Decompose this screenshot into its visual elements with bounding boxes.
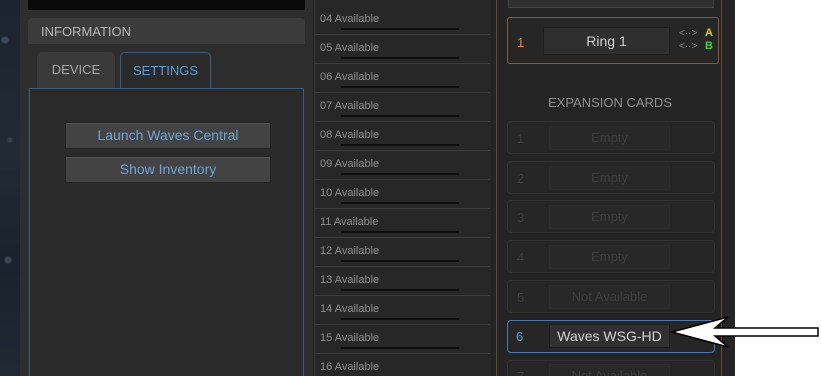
connector-b-icon: <··>	[679, 41, 698, 52]
slot-level-line	[341, 318, 459, 320]
slot-label: 07 Available	[320, 100, 380, 112]
slot-level-line	[341, 57, 459, 59]
expansion-card-number: 7	[517, 369, 524, 376]
slot-label: 12 Available	[320, 245, 380, 257]
expansion-card-value[interactable]: Empty	[549, 205, 670, 229]
expansion-card-value[interactable]: Empty	[549, 126, 670, 150]
expansion-card-value[interactable]: Waves WSG-HD	[549, 324, 670, 348]
slot-row[interactable]: 14 Available	[314, 296, 490, 325]
hardware-top-bar	[508, 0, 714, 8]
slot-level-line	[341, 173, 459, 175]
slot-level-line	[341, 347, 459, 349]
slot-level-line	[341, 28, 459, 30]
launch-waves-central-button[interactable]: Launch Waves Central	[65, 122, 271, 149]
callout-arrow-icon	[670, 316, 819, 348]
slot-level-line	[341, 260, 459, 262]
expansion-card-value[interactable]: Empty	[549, 166, 670, 190]
slot-level-line	[341, 115, 459, 117]
slot-label: 05 Available	[320, 42, 380, 54]
background-texture	[0, 0, 20, 376]
expansion-card-number: 3	[517, 210, 525, 225]
slot-level-line	[341, 289, 459, 291]
app-window: INFORMATION DEVICE SETTINGS Launch Waves…	[0, 0, 735, 376]
slot-label: 08 Available	[320, 129, 380, 141]
slot-label: 15 Available	[320, 332, 380, 344]
slot-level-line	[341, 144, 459, 146]
expansion-card-value[interactable]: Empty	[549, 245, 670, 269]
slot-label: 04 Available	[320, 13, 380, 25]
slot-label: 11 Available	[320, 216, 379, 228]
ring-number: 1	[517, 35, 525, 50]
slot-row[interactable]: 10 Available	[314, 180, 490, 209]
slot-row[interactable]: 13 Available	[314, 267, 490, 296]
slot-row[interactable]: 05 Available	[314, 35, 490, 64]
expansion-card-value[interactable]: Not Available	[549, 285, 670, 309]
information-header: INFORMATION	[28, 18, 305, 44]
slot-level-line	[341, 202, 459, 204]
slot-label: 09 Available	[320, 158, 380, 170]
slot-row[interactable]: 04 Available	[314, 6, 490, 35]
slot-label: 10 Available	[320, 187, 380, 199]
slot-row[interactable]: 15 Available	[314, 325, 490, 354]
information-title: INFORMATION	[41, 24, 132, 39]
slot-row[interactable]: 06 Available	[314, 64, 490, 93]
expansion-card-number: 6	[516, 329, 524, 344]
ring-name-field[interactable]: Ring 1	[543, 27, 670, 55]
tab-device[interactable]: DEVICE	[37, 52, 115, 89]
slot-label: 13 Available	[320, 274, 380, 286]
slot-row[interactable]: 11 Available	[314, 209, 490, 238]
slot-level-line	[341, 86, 459, 88]
expansion-card-value[interactable]: Not Available	[549, 364, 670, 376]
expansion-card-number: 4	[517, 250, 525, 265]
slot-row[interactable]: 08 Available	[314, 122, 490, 151]
slot-label: 16 Available	[320, 361, 380, 373]
expansion-card-number: 5	[517, 290, 525, 305]
connector-a-icon: <··>	[679, 28, 698, 39]
slot-row[interactable]: 16 Available	[314, 354, 490, 376]
expansion-card-number: 2	[517, 171, 525, 186]
top-strip	[28, 0, 305, 10]
expansion-card-number: 1	[517, 131, 525, 146]
slot-label: 06 Available	[320, 71, 380, 83]
show-inventory-button[interactable]: Show Inventory	[65, 156, 271, 183]
tab-settings[interactable]: SETTINGS	[120, 52, 211, 89]
tab-device-label: DEVICE	[51, 62, 101, 77]
slot-row[interactable]: 12 Available	[314, 238, 490, 267]
tab-settings-label: SETTINGS	[132, 63, 198, 78]
port-a-label: A	[705, 27, 713, 39]
slot-level-line	[341, 231, 459, 233]
slot-row[interactable]: 07 Available	[314, 93, 490, 122]
slot-row[interactable]: 09 Available	[314, 151, 490, 180]
port-b-label: B	[705, 40, 713, 52]
expansion-cards-title: EXPANSION CARDS	[547, 95, 672, 110]
slot-label: 14 Available	[320, 303, 380, 315]
